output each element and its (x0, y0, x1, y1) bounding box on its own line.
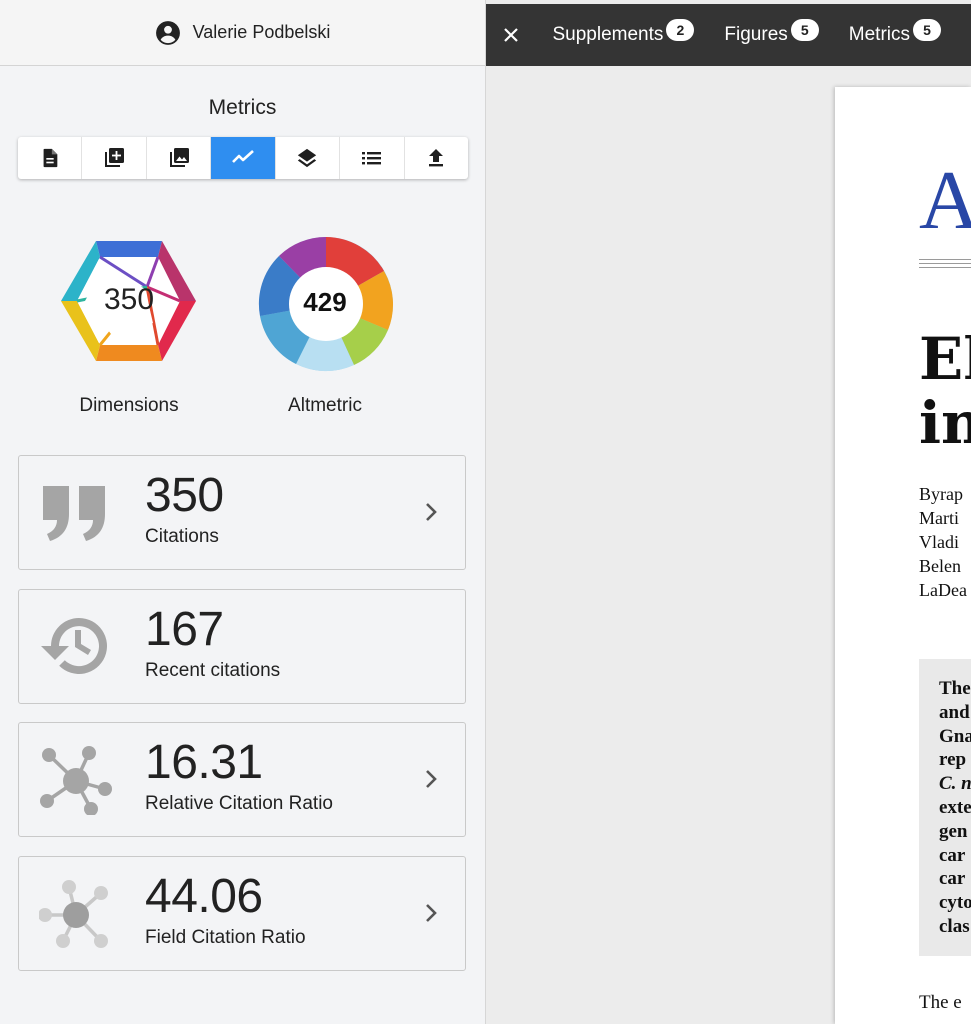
metric-badges: 350 Dimensions 429 Altmetric (0, 232, 486, 422)
fcr-card[interactable]: 44.06 Field Citation Ratio (18, 856, 466, 971)
divider (919, 267, 971, 268)
image-icon (169, 148, 189, 167)
add-supplement-icon (105, 148, 125, 167)
fcr-label: Field Citation Ratio (145, 927, 306, 948)
chevron-right-icon (426, 503, 437, 521)
toolbar-layers-button[interactable] (276, 137, 341, 179)
divider (919, 263, 971, 264)
metrics-sidebar: Valerie Podbelski Metrics 350 Dimensions… (0, 0, 486, 1024)
recent-citations-card[interactable]: 167 Recent citations (18, 589, 466, 704)
article-title: El in (919, 327, 971, 455)
toolbar-supplements-button[interactable] (82, 137, 147, 179)
tab-figures-label: Figures (724, 24, 788, 45)
article-page: A El in Byrap Marti Vladi Belen LaDea Th… (835, 87, 971, 1024)
article-title-line: in (919, 389, 971, 457)
user-name: Valerie Podbelski (192, 22, 331, 42)
abstract-line: car (939, 844, 966, 866)
abstract-line: The (939, 678, 971, 699)
abstract-line: Gna (939, 725, 971, 747)
abstract-line: C. n (939, 773, 971, 795)
citations-card[interactable]: 350 Citations (18, 455, 466, 570)
upload-icon (429, 149, 444, 167)
toolbar-document-button[interactable] (18, 137, 83, 179)
abstract-line: rep (939, 749, 967, 771)
abstract-line: cyto (939, 892, 971, 914)
rcr-value: 16.31 (145, 736, 263, 789)
author-line: LaDea (919, 580, 967, 600)
account-circle-icon (155, 20, 180, 45)
abstract-line: exte (939, 796, 971, 818)
author-line: Byrap (919, 484, 963, 504)
article-authors: Byrap Marti Vladi Belen LaDea (919, 482, 967, 602)
rcr-label: Relative Citation Ratio (145, 793, 333, 814)
altmetric-badge[interactable]: 429 Altmetric (250, 234, 400, 417)
toolbar-upload-button[interactable] (405, 137, 468, 179)
article-title-line: El (919, 325, 971, 393)
tab-metrics-count: 5 (913, 19, 941, 41)
tab-metrics[interactable]: Metrics 5 (848, 19, 941, 46)
citations-value: 350 (145, 469, 224, 522)
abstract-line: and (939, 701, 970, 723)
chevron-right-icon (426, 770, 437, 788)
abstract-line: gen (939, 820, 968, 842)
article-body-text: The e (919, 992, 962, 1013)
close-icon (504, 28, 519, 42)
panel-title: Metrics (208, 96, 277, 119)
recent-citations-value: 167 (145, 603, 224, 656)
altmetric-score: 429 (303, 287, 347, 317)
toolbar-metrics-button[interactable] (211, 137, 276, 179)
dimensions-badge[interactable]: 350 Dimensions (55, 237, 203, 417)
dimensions-score: 350 (103, 283, 155, 316)
tab-figures[interactable]: Figures 5 (724, 19, 819, 46)
tab-supplements-count: 2 (666, 19, 695, 41)
tab-metrics-label: Metrics (848, 24, 910, 45)
author-line: Marti (919, 508, 959, 528)
dimensions-label: Dimensions (79, 395, 179, 416)
divider (919, 259, 971, 260)
user-bar[interactable]: Valerie Podbelski (0, 0, 485, 66)
fcr-value: 44.06 (145, 870, 263, 923)
network-icon (40, 746, 112, 815)
tab-supplements-label: Supplements (552, 24, 664, 45)
panel-toolbar (18, 137, 468, 179)
trending-icon (232, 150, 254, 163)
journal-name: A (919, 154, 971, 247)
abstract-line: clas (939, 915, 970, 937)
abstract-line: car (939, 868, 966, 890)
rcr-card[interactable]: 16.31 Relative Citation Ratio (18, 722, 466, 837)
tab-figures-count: 5 (790, 19, 819, 41)
toolbar-outline-button[interactable] (340, 137, 405, 179)
layers-icon (298, 148, 317, 168)
toolbar-figures-button[interactable] (147, 137, 212, 179)
chevron-right-icon (426, 904, 437, 922)
close-button[interactable] (486, 4, 537, 66)
document-icon (43, 148, 58, 168)
quote-icon (43, 486, 105, 541)
altmetric-label: Altmetric (288, 395, 362, 416)
recent-citations-label: Recent citations (145, 660, 281, 681)
author-line: Belen (919, 556, 961, 576)
citations-label: Citations (145, 526, 219, 547)
author-line: Vladi (919, 532, 959, 552)
network-light-icon (39, 880, 108, 948)
history-icon (41, 618, 107, 674)
tab-supplements[interactable]: Supplements 2 (552, 19, 695, 46)
article-abstract: The and Gna rep C. n exte gen car car cy… (919, 659, 971, 956)
list-icon (361, 152, 381, 165)
top-tab-bar: Supplements 2 Figures 5 Metrics 5 (486, 4, 971, 66)
